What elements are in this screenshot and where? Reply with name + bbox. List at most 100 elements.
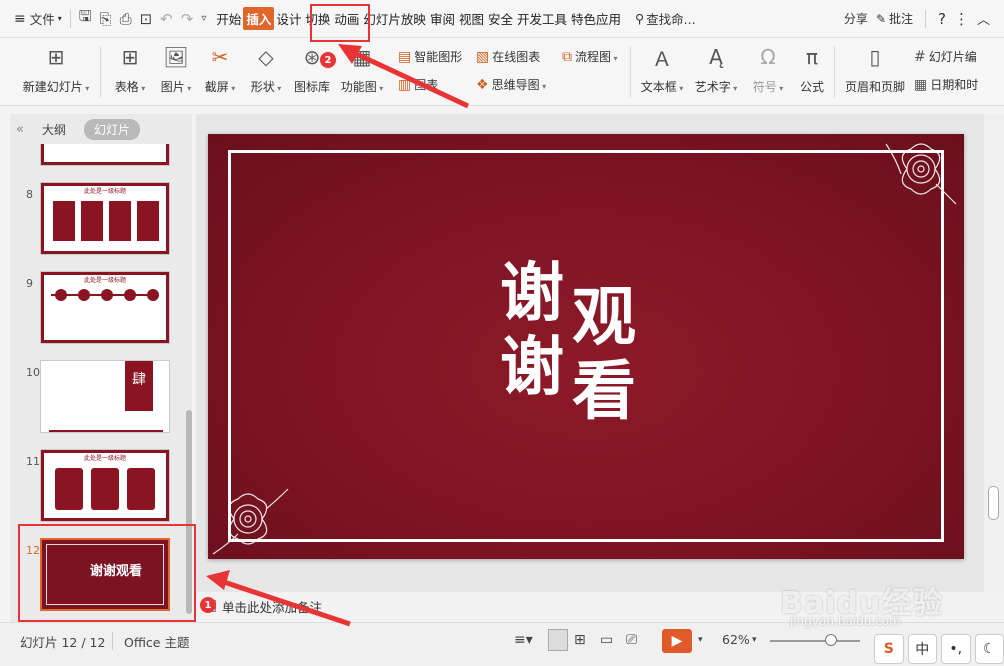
step-badge-1: 1 (200, 597, 216, 613)
highlight-insert-tab (310, 4, 370, 42)
online-chart-button[interactable]: ▧ 在线图表 (476, 48, 540, 65)
undo-icon[interactable]: ↶ (156, 10, 177, 28)
redo-icon[interactable]: ↷ (177, 10, 198, 28)
tab-home[interactable]: 开始 (214, 9, 243, 28)
function-chart-button[interactable]: ▦ 功能图 (336, 44, 388, 95)
table-label: 表格 (115, 78, 146, 95)
new-slide-button[interactable]: ⊞ 新建幻灯片 (20, 44, 92, 95)
ime-punct-icon[interactable]: •, (941, 634, 971, 664)
save-icon[interactable]: 🖫 (75, 6, 96, 31)
omega-icon: Ω (760, 45, 776, 69)
shape-button[interactable]: ◇ 形状 (240, 44, 292, 95)
textbox-button[interactable]: Ａ 文本框 (636, 44, 688, 95)
tab-view[interactable]: 视图 (457, 9, 486, 28)
picture-label: 图片 (161, 78, 192, 95)
ime-mode-button[interactable]: 中 (907, 634, 937, 664)
thumb-title: 此处是一级标题 (83, 188, 126, 195)
smart-graphic-button[interactable]: ▤ 智能图形 (398, 48, 462, 65)
table-button[interactable]: ⊞ 表格 (104, 44, 156, 95)
tab-review[interactable]: 审阅 (428, 9, 457, 28)
symbol-label: 符号 (753, 78, 784, 95)
tab-design[interactable]: 设计 (274, 9, 303, 28)
print-icon[interactable]: ⎙ (116, 10, 136, 28)
zoom-slider-knob[interactable] (825, 634, 837, 646)
slide-thumb-8[interactable]: 此处是一级标题 (40, 182, 170, 255)
tab-features[interactable]: 特色应用 (569, 9, 623, 28)
slide-thumb-9[interactable]: 此处是一级标题 (40, 271, 170, 344)
art-text-icon: Ą (709, 45, 723, 69)
slide-editor: 谢 谢 观 看 (196, 114, 984, 592)
art-text-label: 艺术字 (695, 78, 738, 95)
date-time-button[interactable]: ▦ 日期和时 (914, 76, 978, 93)
export-icon[interactable]: ⎘ (96, 10, 116, 28)
slide-number-button[interactable]: # 幻灯片编 (914, 48, 977, 65)
sorter-view-icon[interactable]: ⊞ (574, 632, 586, 648)
tab-security[interactable]: 安全 (486, 9, 515, 28)
play-icon: ▶ (671, 633, 683, 649)
preview-icon[interactable]: ⊡ (136, 10, 157, 28)
formula-button[interactable]: π 公式 (786, 44, 838, 95)
help-button[interactable]: ? (938, 10, 946, 28)
chevron-down-icon: ▾ (57, 14, 62, 23)
flowchart-button[interactable]: ⧉ 流程图 (562, 48, 618, 65)
slide-number-label: 幻灯片编 (928, 50, 977, 64)
presenter-view-icon[interactable]: ⎚ (626, 632, 637, 648)
header-footer-button[interactable]: ▯ 页眉和页脚 (842, 44, 908, 95)
slide-thumb-10[interactable]: 肆 (40, 360, 170, 433)
reading-view-icon[interactable]: ▭ (600, 632, 613, 648)
notes-toggle-icon[interactable]: ≡▾ (514, 632, 533, 648)
collapse-ribbon-icon[interactable]: ︿ (977, 9, 990, 28)
search-command[interactable]: ⚲ 查找命... (631, 0, 700, 38)
share-button[interactable]: 分享 (844, 10, 868, 27)
smart-graphic-icon: ▤ (398, 48, 412, 65)
play-dropdown-icon[interactable]: ▾ (698, 635, 703, 645)
play-button[interactable]: ▶ (662, 629, 692, 653)
tab-developer[interactable]: 开发工具 (515, 9, 569, 28)
more-icon[interactable]: ⋮ (954, 10, 969, 28)
thumb-title: 此处是一级标题 (83, 455, 126, 462)
divider (100, 46, 101, 98)
theme-name[interactable]: Office 主题 (124, 632, 189, 651)
slide-number: 10 (26, 366, 40, 379)
comment-icon: ✎ (875, 11, 886, 26)
divider (69, 9, 71, 28)
function-chart-label: 功能图 (341, 78, 384, 95)
step-badge-2: 2 (320, 52, 336, 68)
more-chevron-icon[interactable]: ▿ (197, 13, 210, 24)
slide-thumb-7[interactable] (40, 144, 170, 166)
tab-insert[interactable]: 插入 (243, 7, 275, 30)
file-menu[interactable]: ≡ 文件 ▾ (0, 0, 66, 38)
scissors-icon: ✂ (211, 45, 229, 69)
art-text-button[interactable]: Ą 艺术字 (690, 44, 742, 95)
zoom-level[interactable]: 62% (722, 632, 750, 647)
slide-thumb-11[interactable]: 此处是一级标题 (40, 449, 170, 522)
editor-scrollbar[interactable] (984, 114, 1004, 592)
shape-icon: ◇ (258, 45, 274, 69)
tab-slides[interactable]: 幻灯片 (83, 118, 140, 140)
zoom-slider[interactable] (770, 640, 860, 642)
editor-scroll-thumb[interactable] (988, 486, 999, 520)
mind-map-button[interactable]: ❖ 思维导图 (476, 76, 546, 93)
moon-icon[interactable]: ☾ (974, 634, 1004, 664)
sogou-ime-icon[interactable]: S (874, 634, 904, 664)
slide-canvas[interactable]: 谢 谢 观 看 (208, 134, 964, 559)
slide-counter: 幻灯片 12 / 12 (20, 635, 106, 650)
mind-map-icon: ❖ (476, 76, 489, 93)
tab-outline[interactable]: 大纲 (32, 119, 76, 140)
zoom-dropdown-icon[interactable]: ▾ (752, 635, 757, 645)
comment-button[interactable]: ✎ 批注 (876, 10, 913, 27)
file-menu-label: 文件 (29, 12, 55, 27)
highlight-last-slide (18, 524, 196, 622)
ime-toolbar: S 中 •, ☾ (874, 634, 1004, 664)
date-time-label: 日期和时 (930, 78, 979, 92)
table-icon: ⊞ (121, 45, 139, 69)
collapse-panel-icon[interactable]: « (16, 122, 24, 137)
normal-view-icon[interactable] (548, 629, 568, 651)
slide-char: 谢 (500, 330, 564, 405)
tab-slideshow[interactable]: 幻灯片放映 (361, 9, 428, 28)
screenshot-button[interactable]: ✂ 截屏 (194, 44, 246, 95)
slide-number-icon: # (914, 48, 926, 65)
slide-number: 8 (26, 188, 33, 201)
chart-button[interactable]: ▥ 图表 (398, 76, 438, 93)
new-slide-label: 新建幻灯片 (23, 78, 90, 95)
